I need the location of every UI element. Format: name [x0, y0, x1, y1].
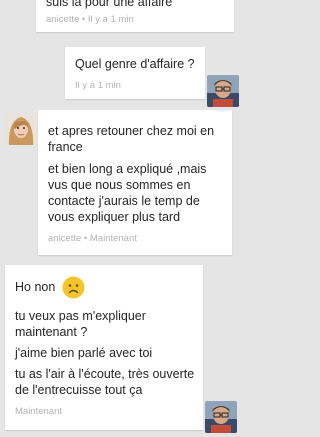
message-bubble: et apres retouner chez moi en france et …	[38, 110, 232, 255]
avatar[interactable]	[205, 401, 237, 433]
message-bubble: suis la pour une affaire anicette • Il y…	[36, 0, 234, 32]
message-text: tu as l'air à l'écoute, très ouverte de …	[15, 367, 195, 397]
avatar[interactable]	[5, 113, 37, 145]
message-meta: anicette • Maintenant	[48, 233, 137, 244]
message-text: et bien long a expliqué ,mais vus que no…	[48, 162, 207, 224]
sad-face-icon	[62, 276, 85, 299]
message-text: et apres retouner chez moi en france	[48, 124, 215, 154]
avatar[interactable]	[207, 75, 239, 107]
message-text: suis la pour une affaire	[46, 0, 173, 9]
message-bubble: Ho non tu veux pas m'expliquer maintenan…	[5, 265, 203, 430]
message-text: Quel genre d'affaire ?	[75, 57, 195, 71]
message-meta: Il y a 1 min	[75, 80, 121, 91]
message-bubble: Quel genre d'affaire ? Il y a 1 min	[65, 47, 205, 99]
message-text: j'aime bien parlé avec toi	[15, 346, 153, 360]
message-meta: Maintenant	[15, 406, 63, 417]
message-text: tu veux pas m'expliquer maintenant ?	[15, 309, 146, 339]
message-meta: anicette • Il y a 1 min	[46, 14, 134, 25]
message-text: Ho non	[15, 280, 56, 294]
